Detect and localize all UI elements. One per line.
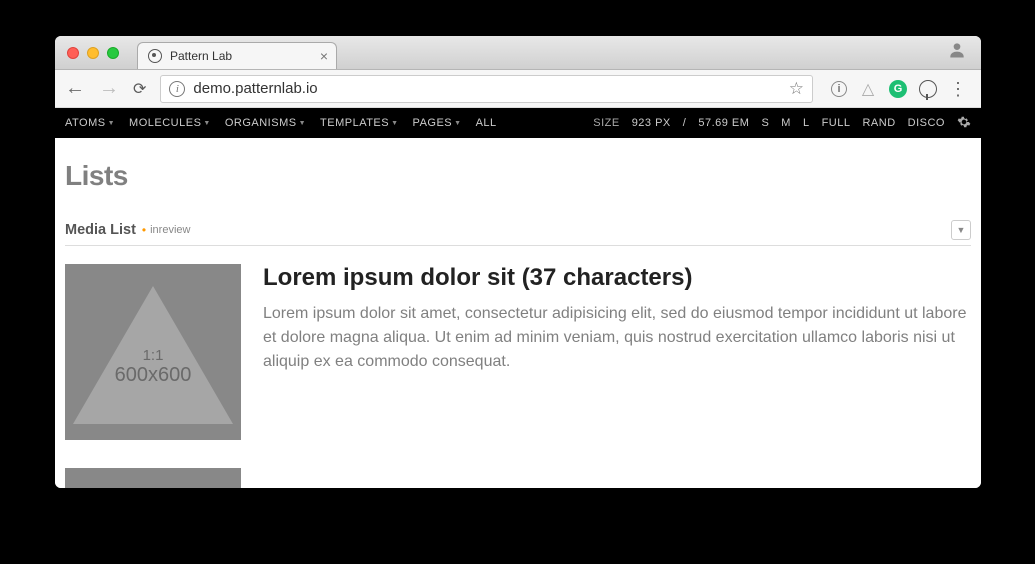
chevron-down-icon: ▼ <box>203 120 210 127</box>
size-disco[interactable]: DISCO <box>908 117 945 129</box>
size-label: SIZE <box>593 117 619 129</box>
gear-icon[interactable] <box>957 115 971 132</box>
section-header: Media List • inreview ▼ <box>65 220 971 246</box>
chevron-down-icon: ▼ <box>391 120 398 127</box>
size-s[interactable]: S <box>761 117 769 129</box>
toolbar: ← → ⟳ i demo.patternlab.io ☆ i △ G ⋮ <box>55 70 981 108</box>
size-full[interactable]: FULL <box>822 117 851 129</box>
back-button[interactable]: ← <box>65 77 85 100</box>
profile-icon[interactable] <box>947 40 967 65</box>
media-body: Lorem ipsum dolor sit (37 characters) Lo… <box>263 264 971 440</box>
tab-strip: Pattern Lab × <box>137 36 358 69</box>
size-separator: / <box>683 117 687 129</box>
placeholder-image <box>65 468 241 488</box>
content-area: Lists Media List • inreview ▼ 1:1 600x60… <box>55 138 981 488</box>
nav-right: SIZE 923 PX / 57.69 EM S M L FULL RAND D… <box>593 115 971 132</box>
size-m[interactable]: M <box>781 117 791 129</box>
media-list-item: 1:1 600x600 Lorem ipsum dolor sit (37 ch… <box>65 264 971 440</box>
status-badge: inreview <box>150 224 190 236</box>
placeholder-image: 1:1 600x600 <box>65 264 241 440</box>
nav-all[interactable]: ALL <box>476 117 497 129</box>
reload-button[interactable]: ⟳ <box>133 79 146 99</box>
close-tab-icon[interactable]: × <box>320 48 328 64</box>
nav-organisms[interactable]: ORGANISMS▼ <box>225 117 306 129</box>
chevron-down-icon: ▼ <box>299 120 306 127</box>
size-rand[interactable]: RAND <box>862 117 895 129</box>
nav-pages[interactable]: PAGES▼ <box>413 117 462 129</box>
media-text: Lorem ipsum dolor sit amet, consectetur … <box>263 302 971 374</box>
chevron-down-icon: ▼ <box>108 120 115 127</box>
extension-info-icon[interactable]: i <box>831 81 847 97</box>
nav-atoms[interactable]: ATOMS▼ <box>65 117 115 129</box>
extension-drive-icon[interactable]: △ <box>859 80 877 98</box>
extension-icons: i △ G ⋮ <box>827 80 971 98</box>
minimize-window-button[interactable] <box>87 47 99 59</box>
section-toggle-button[interactable]: ▼ <box>951 220 971 240</box>
size-px[interactable]: 923 PX <box>632 117 671 129</box>
nav-left: ATOMS▼ MOLECULES▼ ORGANISMS▼ TEMPLATES▼ … <box>65 117 497 129</box>
media-title: Lorem ipsum dolor sit (37 characters) <box>263 264 971 292</box>
page-heading: Lists <box>65 160 971 192</box>
image-dimensions-label: 600x600 <box>115 364 192 387</box>
nav-molecules[interactable]: MOLECULES▼ <box>129 117 211 129</box>
patternlab-navbar: ATOMS▼ MOLECULES▼ ORGANISMS▼ TEMPLATES▼ … <box>55 108 981 138</box>
patternlab-favicon <box>148 49 162 63</box>
forward-button[interactable]: → <box>99 77 119 100</box>
titlebar: Pattern Lab × <box>55 36 981 70</box>
maximize-window-button[interactable] <box>107 47 119 59</box>
extension-pin-icon[interactable] <box>919 80 937 98</box>
media-list-item <box>65 468 971 488</box>
tab-title: Pattern Lab <box>170 49 232 63</box>
active-tab[interactable]: Pattern Lab × <box>137 42 337 69</box>
image-ratio-label: 1:1 <box>143 347 164 364</box>
extension-grammarly-icon[interactable]: G <box>889 80 907 98</box>
site-info-icon[interactable]: i <box>169 81 185 97</box>
nav-templates[interactable]: TEMPLATES▼ <box>320 117 399 129</box>
close-window-button[interactable] <box>67 47 79 59</box>
new-tab-stub[interactable] <box>334 42 358 69</box>
browser-window: Pattern Lab × ← → ⟳ i demo.patternlab.io… <box>55 36 981 488</box>
chrome-menu-icon[interactable]: ⋮ <box>949 80 967 98</box>
url-text: demo.patternlab.io <box>193 80 317 97</box>
status-bullet-icon: • <box>142 223 146 237</box>
window-controls <box>55 47 119 59</box>
size-em[interactable]: 57.69 EM <box>698 117 749 129</box>
address-bar[interactable]: i demo.patternlab.io ☆ <box>160 75 813 103</box>
bookmark-star-icon[interactable]: ☆ <box>789 79 804 99</box>
section-title: Media List <box>65 222 136 238</box>
size-l[interactable]: L <box>803 117 810 129</box>
chevron-down-icon: ▼ <box>454 120 461 127</box>
